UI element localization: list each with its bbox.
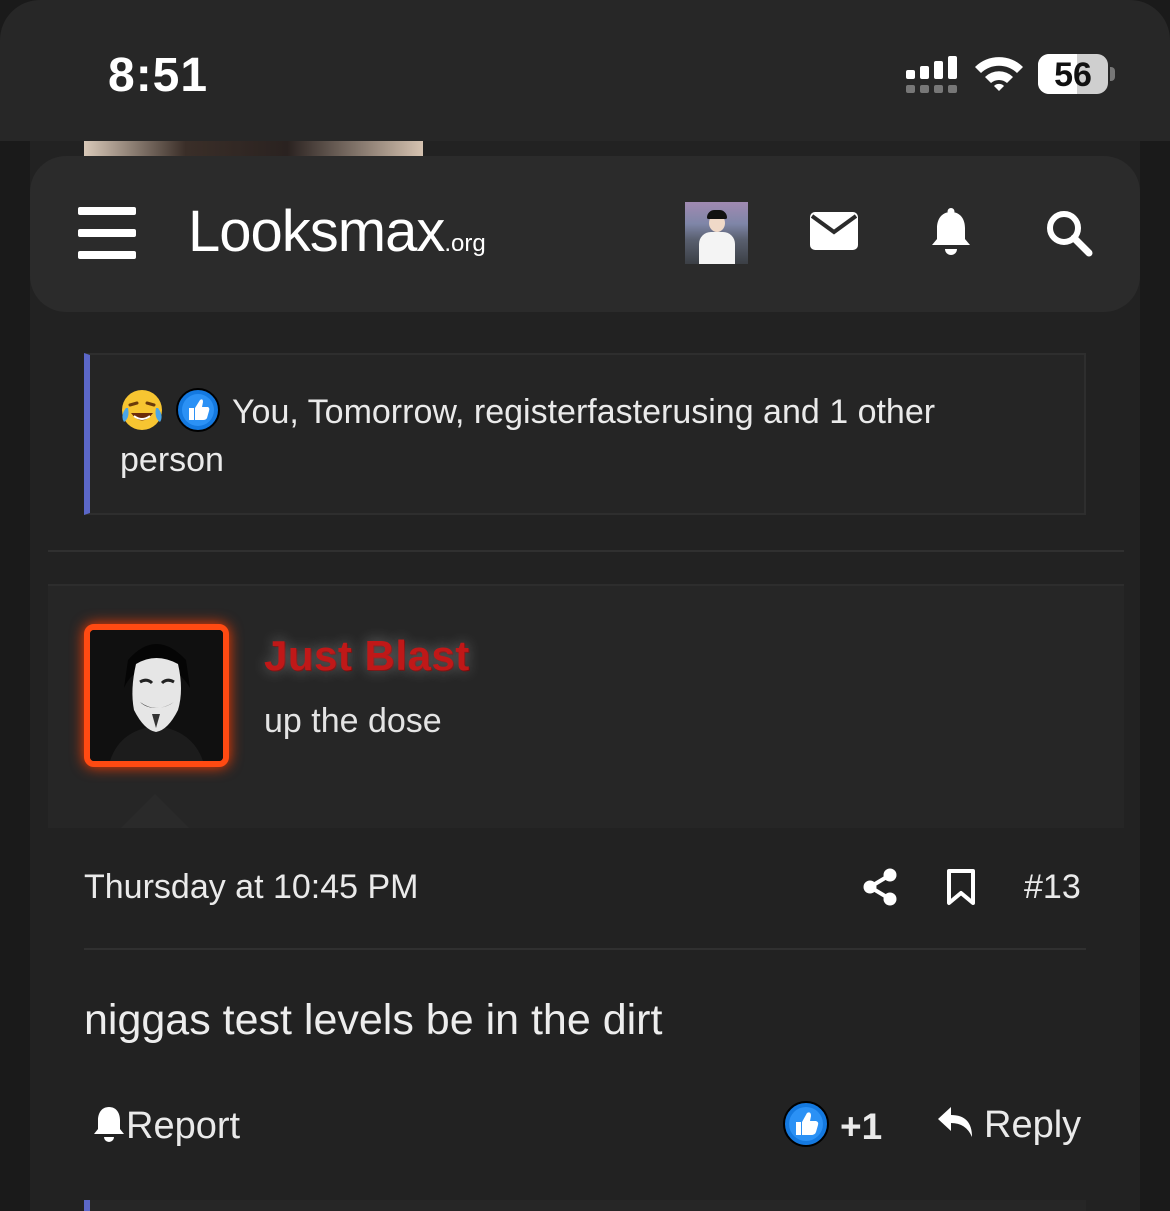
status-time: 8:51 — [108, 49, 209, 102]
status-bar: 8:51 56 — [0, 0, 1170, 141]
share-icon[interactable] — [862, 868, 898, 906]
poster-avatar[interactable] — [84, 624, 229, 767]
reactions-summary-text[interactable]: You, Tomorrow, registerfasterusing and 1… — [120, 388, 1020, 484]
search-icon[interactable] — [1045, 209, 1093, 257]
report-button[interactable]: Report — [92, 1104, 240, 1152]
poster-username[interactable]: Just Blast — [264, 632, 470, 680]
guy-fawkes-mask-image — [90, 630, 223, 761]
wifi-icon — [975, 57, 1023, 91]
section-divider — [48, 550, 1124, 552]
like-count[interactable]: +1 — [840, 1106, 882, 1148]
cellular-signal-icon — [906, 56, 957, 93]
mail-icon[interactable] — [810, 212, 858, 250]
post-date[interactable]: Thursday at 10:45 PM — [84, 868, 419, 907]
bookmark-icon[interactable] — [945, 868, 977, 906]
user-avatar[interactable] — [685, 202, 748, 264]
site-logo[interactable]: Looksmax.org — [188, 198, 486, 265]
user-block-pointer — [121, 794, 189, 828]
battery-percentage: 56 — [1054, 56, 1092, 94]
reply-label: Reply — [984, 1104, 1082, 1146]
post-number[interactable]: #13 — [1024, 868, 1081, 907]
next-post-edge — [84, 1200, 1086, 1211]
reply-button[interactable]: Reply — [936, 1104, 1081, 1147]
like-reaction-icon[interactable] — [783, 1101, 829, 1147]
menu-icon[interactable] — [78, 207, 138, 259]
like-emoji-icon — [176, 388, 220, 432]
previous-image-edge — [84, 141, 423, 157]
reply-arrow-icon — [938, 1107, 972, 1137]
bell-icon[interactable] — [930, 208, 972, 256]
battery-icon: 56 — [1038, 54, 1118, 94]
post-body: niggas test levels be in the dirt — [84, 996, 663, 1044]
reactions-names: You, Tomorrow, registerfasterusing and 1… — [120, 393, 936, 479]
report-label: Report — [126, 1105, 241, 1147]
laughing-crying-emoji-icon — [122, 390, 162, 430]
bell-icon — [94, 1107, 124, 1142]
meta-divider — [84, 948, 1086, 950]
poster-user-title: up the dose — [264, 702, 442, 740]
